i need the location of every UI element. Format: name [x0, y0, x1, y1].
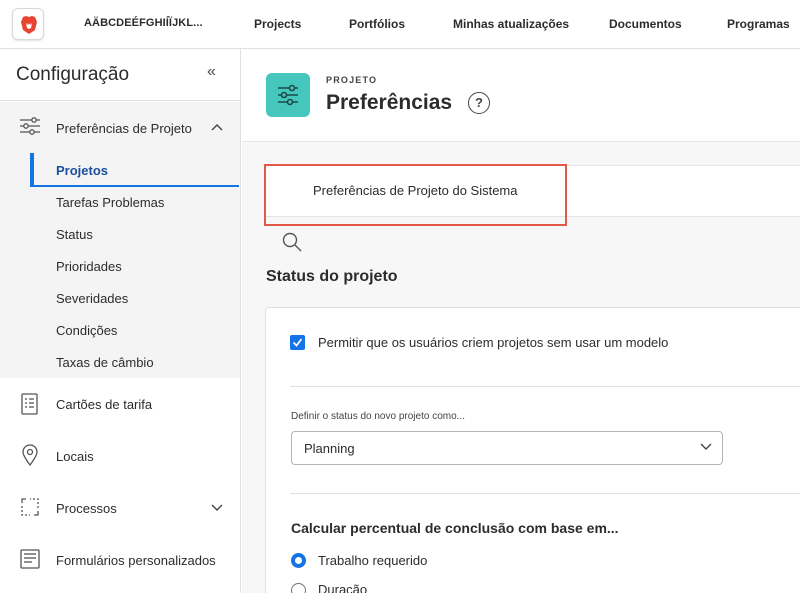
chevron-down-icon[interactable] — [211, 504, 223, 512]
sliders-icon — [20, 117, 40, 135]
sidebar-item-prioridades[interactable]: Prioridades — [56, 259, 122, 274]
sidebar-header: Configuração « — [0, 49, 240, 101]
page-eyebrow: PROJETO — [326, 75, 378, 85]
sidebar-item-label: Cartões de tarifa — [56, 397, 153, 412]
lion-logo-icon — [21, 16, 37, 34]
sidebar-item-projetos[interactable]: Projetos — [56, 163, 108, 178]
chevron-up-icon[interactable] — [211, 123, 223, 131]
checkmark-icon — [292, 338, 303, 347]
nav-documents[interactable]: Documentos — [609, 17, 682, 31]
allow-without-template-checkbox[interactable] — [290, 335, 305, 350]
new-status-label: Definir o status do novo projeto como... — [291, 411, 465, 422]
sidebar-group-label: Preferências de Projeto — [56, 121, 192, 136]
sidebar-item-project-preferences[interactable]: Preferências de Projeto — [0, 102, 240, 150]
sidebar-item-tarefas-problemas[interactable]: Tarefas Problemas — [56, 195, 164, 210]
collapse-sidebar-icon[interactable]: « — [207, 63, 216, 81]
section-title: Status do projeto — [266, 268, 398, 285]
page-header: PROJETO Preferências ? — [242, 49, 800, 142]
nav-projects[interactable]: Projects — [254, 17, 301, 31]
sliders-icon — [278, 84, 298, 106]
sidebar-group-project-preferences: Preferências de Projeto — [0, 102, 240, 378]
top-bar: AÄBCDEÉFGHIÍÏJKL... Projects Portfólios … — [0, 0, 800, 49]
search-highlight-box — [264, 164, 567, 226]
divider — [290, 386, 800, 387]
radio-label: Trabalho requerido — [318, 553, 428, 568]
organization-name[interactable]: AÄBCDEÉFGHIÍÏJKL... — [84, 17, 203, 29]
sidebar-item-label: Formulários personalizados — [56, 553, 216, 568]
divider — [290, 493, 800, 494]
process-icon — [21, 498, 39, 516]
search-icon — [282, 232, 302, 252]
radio-trabalho-requerido[interactable] — [291, 553, 306, 568]
sidebar-title: Configuração — [16, 64, 130, 85]
nav-portfolios[interactable]: Portfólios — [349, 17, 405, 31]
new-status-value: Planning — [304, 441, 355, 456]
sidebar-item-status[interactable]: Status — [56, 227, 93, 242]
app-logo[interactable] — [12, 8, 44, 40]
sidebar-item-taxas-de-cambio[interactable]: Taxas de câmbio — [56, 355, 154, 370]
rate-card-icon — [21, 393, 38, 415]
chevron-down-icon — [700, 443, 712, 450]
location-pin-icon — [22, 444, 38, 466]
nav-programs[interactable]: Programas — [727, 17, 790, 31]
radio-label: Duração — [318, 582, 368, 593]
active-item-indicator — [30, 153, 34, 187]
allow-without-template-label: Permitir que os usuários criem projetos … — [318, 335, 669, 350]
nav-my-updates[interactable]: Minhas atualizações — [453, 17, 569, 31]
sidebar-item-label: Processos — [56, 501, 117, 516]
help-button[interactable]: ? — [468, 92, 490, 114]
form-icon — [20, 549, 40, 569]
sidebar-item-severidades[interactable]: Severidades — [56, 291, 128, 306]
radio-duracao[interactable] — [291, 583, 306, 593]
calc-completion-title: Calcular percentual de conclusão com bas… — [291, 520, 619, 536]
sidebar-item-condicoes[interactable]: Condições — [56, 323, 117, 338]
page-title: Preferências — [326, 91, 453, 114]
project-preferences-badge — [266, 73, 310, 117]
setup-sidebar: Configuração « Preferências de Projeto P… — [0, 49, 241, 593]
sidebar-item-label: Locais — [56, 449, 94, 464]
new-status-select[interactable]: Planning — [291, 431, 723, 465]
